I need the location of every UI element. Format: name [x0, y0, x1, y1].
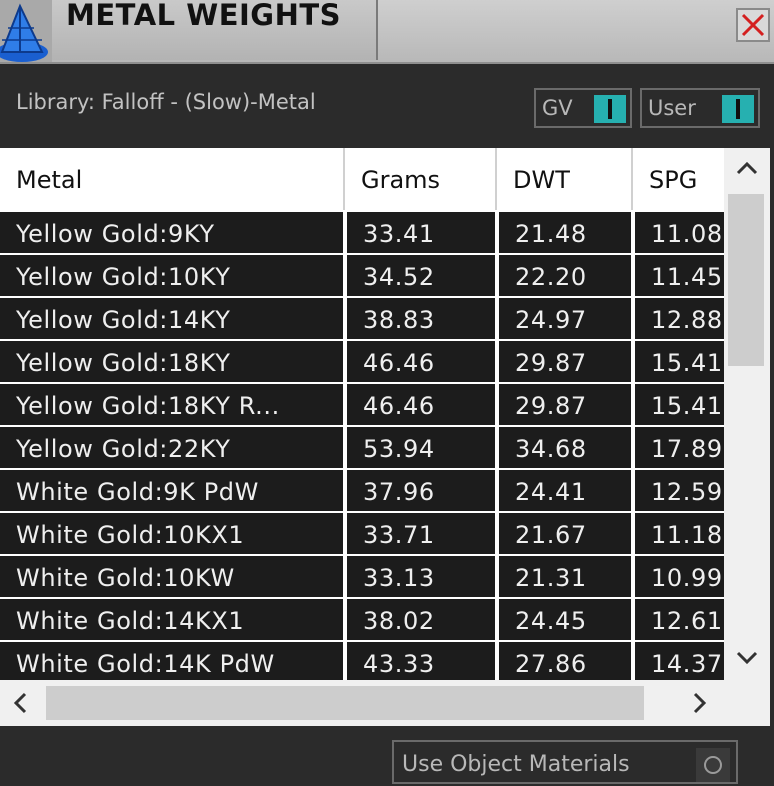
grams-cell: 33.71 — [347, 513, 495, 554]
dwt-cell: 21.48 — [499, 212, 631, 253]
scrollbar-corner — [724, 680, 770, 726]
table-row[interactable]: White Gold:10KW 33.13 21.31 10.99 — [0, 556, 724, 597]
spg-cell: 12.59 — [635, 470, 724, 511]
dwt-cell: 24.41 — [499, 470, 631, 511]
spg-cell: 17.89 — [635, 427, 724, 468]
dwt-cell: 29.87 — [499, 384, 631, 425]
window-title: METAL WEIGHTS — [66, 0, 342, 32]
chevron-down-icon[interactable] — [736, 650, 758, 666]
chevron-left-icon[interactable] — [12, 692, 28, 714]
table-row[interactable]: White Gold:10KX1 33.71 21.67 11.18 — [0, 513, 724, 554]
grams-cell: 46.46 — [347, 341, 495, 382]
metal-cell: Yellow Gold:18KY — [0, 341, 343, 382]
user-toggle[interactable]: User — [640, 88, 760, 128]
metal-cell: White Gold:9K PdW — [0, 470, 343, 511]
spg-cell: 11.45 — [635, 255, 724, 296]
table-row[interactable]: Yellow Gold:22KY 53.94 34.68 17.89 — [0, 427, 724, 468]
metal-cell: White Gold:10KX1 — [0, 513, 343, 554]
table-row[interactable]: White Gold:14K PdW 43.33 27.86 14.37 — [0, 642, 724, 680]
column-header-spg[interactable]: SPG — [633, 148, 724, 210]
dwt-cell: 34.68 — [499, 427, 631, 468]
table-row[interactable]: Yellow Gold:14KY 38.83 24.97 12.88 — [0, 298, 724, 339]
table-row[interactable]: White Gold:9K PdW 37.96 24.41 12.59 — [0, 470, 724, 511]
metal-weights-table: Metal Grams DWT SPG Yellow Gold:9KY 33.4… — [0, 148, 724, 680]
table-row[interactable]: Yellow Gold:10KY 34.52 22.20 11.45 — [0, 255, 724, 296]
dwt-cell: 24.45 — [499, 599, 631, 640]
dwt-cell: 21.31 — [499, 556, 631, 597]
title-tab: METAL WEIGHTS — [52, 0, 378, 60]
metal-cell: Yellow Gold:22KY — [0, 427, 343, 468]
table-row[interactable]: Yellow Gold:18KY R... 46.46 29.87 15.41 — [0, 384, 724, 425]
grams-cell: 38.02 — [347, 599, 495, 640]
gv-toggle-knob — [594, 95, 626, 123]
grams-cell: 46.46 — [347, 384, 495, 425]
close-x-icon — [741, 13, 765, 37]
spg-cell: 11.18 — [635, 513, 724, 554]
metal-cell: Yellow Gold:9KY — [0, 212, 343, 253]
grams-cell: 38.83 — [347, 298, 495, 339]
spg-cell: 15.41 — [635, 384, 724, 425]
metal-cell: Yellow Gold:18KY R... — [0, 384, 343, 425]
vertical-scrollbar[interactable] — [724, 148, 770, 680]
radio-circle-icon — [696, 748, 730, 782]
spg-cell: 12.88 — [635, 298, 724, 339]
table-header: Metal Grams DWT SPG — [0, 148, 724, 210]
metal-cell: Yellow Gold:10KY — [0, 255, 343, 296]
dwt-cell: 27.86 — [499, 642, 631, 680]
grams-cell: 34.52 — [347, 255, 495, 296]
spg-cell: 10.99 — [635, 556, 724, 597]
horizontal-scrollbar[interactable] — [0, 680, 724, 726]
table-row[interactable]: White Gold:14KX1 38.02 24.45 12.61 — [0, 599, 724, 640]
metal-cell: White Gold:14KX1 — [0, 599, 343, 640]
vertical-scroll-thumb[interactable] — [728, 194, 764, 366]
spg-cell: 15.41 — [635, 341, 724, 382]
column-header-grams[interactable]: Grams — [345, 148, 497, 210]
table-row[interactable]: Yellow Gold:9KY 33.41 21.48 11.08 — [0, 212, 724, 253]
grams-cell: 33.41 — [347, 212, 495, 253]
grams-cell: 43.33 — [347, 642, 495, 680]
metal-cell: Yellow Gold:14KY — [0, 298, 343, 339]
grams-cell: 33.13 — [347, 556, 495, 597]
close-button[interactable] — [736, 8, 770, 42]
gv-toggle-label: GV — [542, 96, 573, 120]
column-header-dwt[interactable]: DWT — [497, 148, 633, 210]
table-row[interactable]: Yellow Gold:18KY 46.46 29.87 15.41 — [0, 341, 724, 382]
spg-cell: 14.37 — [635, 642, 724, 680]
grams-cell: 53.94 — [347, 427, 495, 468]
grams-cell: 37.96 — [347, 470, 495, 511]
blue-pyramid-icon — [0, 0, 52, 62]
gv-toggle[interactable]: GV — [534, 88, 632, 128]
dwt-cell: 29.87 — [499, 341, 631, 382]
metal-cell: White Gold:14K PdW — [0, 642, 343, 680]
user-toggle-knob — [722, 95, 754, 123]
dwt-cell: 24.97 — [499, 298, 631, 339]
spg-cell: 12.61 — [635, 599, 724, 640]
horizontal-scroll-thumb[interactable] — [46, 686, 644, 720]
user-toggle-label: User — [648, 96, 696, 120]
dwt-cell: 22.20 — [499, 255, 631, 296]
dwt-cell: 21.67 — [499, 513, 631, 554]
use-object-materials-label: Use Object Materials — [402, 752, 630, 777]
metal-cell: White Gold:10KW — [0, 556, 343, 597]
column-header-metal[interactable]: Metal — [0, 148, 345, 210]
chevron-right-icon[interactable] — [692, 692, 708, 714]
library-label: Library: Falloff - (Slow)-Metal — [16, 90, 316, 114]
spg-cell: 11.08 — [635, 212, 724, 253]
chevron-up-icon[interactable] — [736, 160, 758, 176]
title-bar: METAL WEIGHTS — [0, 0, 774, 64]
use-object-materials-toggle[interactable]: Use Object Materials — [392, 740, 738, 784]
